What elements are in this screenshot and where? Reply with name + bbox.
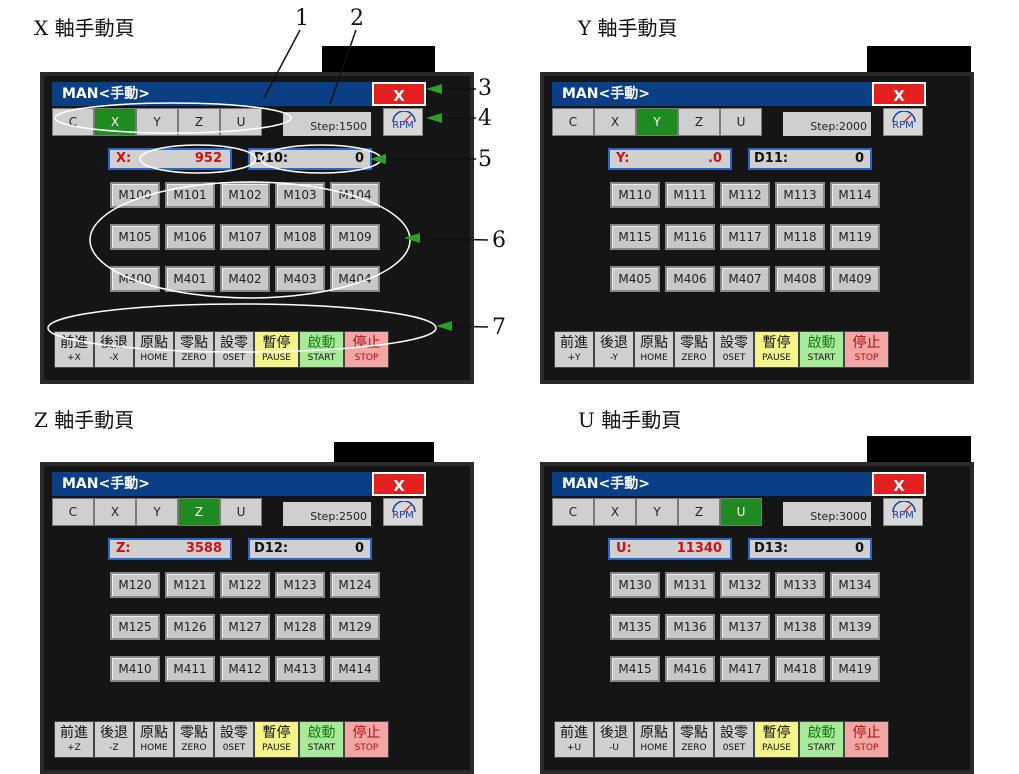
arrowhead: [404, 233, 420, 243]
arrowhead: [426, 113, 442, 123]
annotation-ellipse: [260, 144, 382, 174]
arrowhead: [426, 84, 442, 94]
annotation-label-5: 5: [478, 147, 492, 172]
leader-line-2: [329, 29, 357, 105]
annotation-label-3: 3: [478, 76, 492, 101]
annotation-ellipse: [54, 102, 292, 134]
annotation-ellipse: [47, 303, 437, 353]
annotation-label-4: 4: [478, 106, 492, 131]
leader-line-6: [409, 237, 489, 241]
annotation-overlay: [47, 29, 489, 353]
arrowhead: [370, 154, 386, 164]
annotation-label-6: 6: [492, 228, 506, 253]
annotation-ellipse: [89, 181, 411, 299]
annotation-label-1: 1: [295, 6, 309, 31]
leader-line-7: [445, 325, 489, 328]
annotation-label-2: 2: [350, 6, 364, 31]
annotation-ellipse: [139, 144, 257, 174]
arrowhead: [436, 321, 452, 331]
leader-line-1: [263, 29, 301, 99]
annotation-label-7: 7: [492, 315, 506, 340]
